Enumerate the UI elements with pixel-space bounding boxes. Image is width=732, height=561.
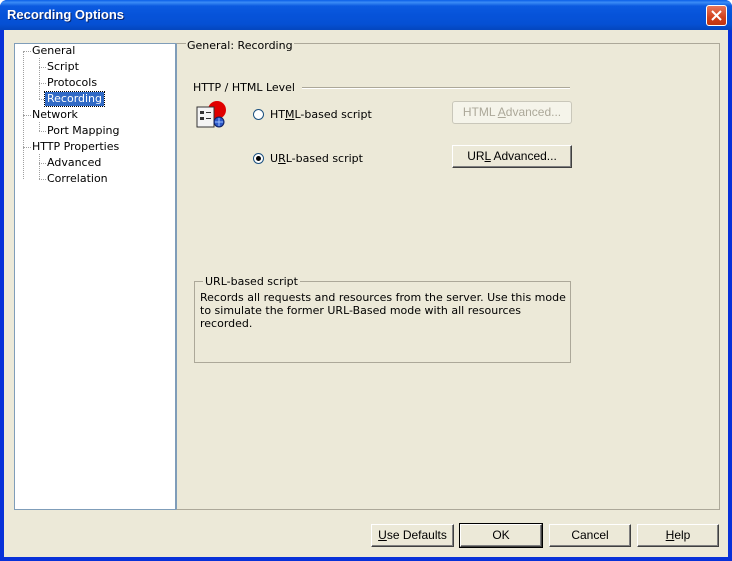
url-based-radio[interactable]: URL-based script	[253, 152, 363, 165]
settings-panel: General: Recording HTTP / HTML Level HTM…	[176, 39, 720, 510]
url-based-label: URL-based script	[270, 152, 363, 165]
title-bar[interactable]: Recording Options	[0, 0, 732, 30]
tree-item-http-properties[interactable]: HTTP Properties	[30, 140, 121, 154]
tree-item-recording[interactable]: Recording	[43, 91, 106, 107]
radio-dot	[256, 156, 261, 161]
close-button[interactable]	[706, 5, 727, 26]
cancel-button[interactable]: Cancel	[549, 524, 631, 547]
url-advanced-button[interactable]: URL Advanced...	[452, 145, 572, 168]
panel-title: General: Recording	[186, 39, 294, 52]
html-advanced-button[interactable]: HTML Advanced...	[452, 101, 572, 124]
help-button[interactable]: Help	[637, 524, 719, 547]
recording-app-icon	[196, 101, 226, 128]
tree-item-general[interactable]: General	[30, 44, 77, 58]
radio-circle	[253, 109, 264, 120]
tree-item-correlation[interactable]: Correlation	[45, 172, 110, 186]
description-group: URL-based script Records all requests an…	[194, 275, 571, 363]
dialog-body: General Script Protocols Recording Netwo…	[4, 30, 728, 557]
tree-item-network[interactable]: Network	[30, 108, 80, 122]
ok-button[interactable]: OK	[459, 523, 543, 548]
description-title: URL-based script	[203, 275, 300, 288]
use-defaults-button[interactable]: Use Defaults	[371, 524, 454, 547]
tree-item-advanced[interactable]: Advanced	[45, 156, 103, 170]
options-tree[interactable]: General Script Protocols Recording Netwo…	[14, 43, 176, 510]
description-text: Records all requests and resources from …	[200, 291, 566, 330]
tree-item-port-mapping[interactable]: Port Mapping	[45, 124, 122, 138]
tree-item-protocols[interactable]: Protocols	[45, 76, 99, 90]
tree-item-script[interactable]: Script	[45, 60, 81, 74]
close-icon	[711, 10, 722, 21]
radio-circle	[253, 153, 264, 164]
html-based-label: HTML-based script	[270, 108, 372, 121]
dialog-window: Recording Options General Script Protoco…	[0, 0, 732, 561]
section-label: HTTP / HTML Level	[193, 81, 295, 94]
html-based-radio[interactable]: HTML-based script	[253, 108, 372, 121]
section-divider	[302, 87, 570, 89]
dialog-title: Recording Options	[7, 7, 124, 22]
